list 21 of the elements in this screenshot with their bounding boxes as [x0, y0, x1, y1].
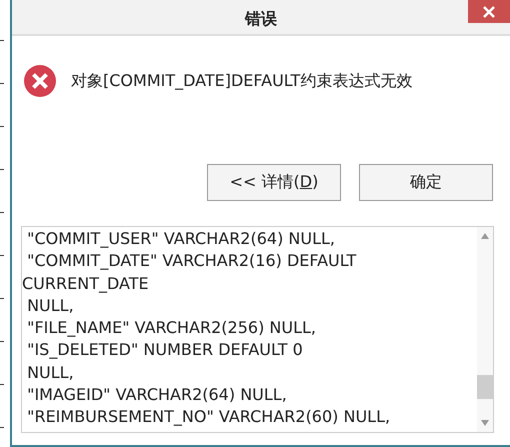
- scroll-thumb[interactable]: [477, 375, 493, 399]
- details-button[interactable]: << 详情(D): [207, 164, 341, 201]
- error-message: 对象[COMMIT_DATE]DEFAULT约束表达式无效: [71, 70, 412, 92]
- scroll-bar[interactable]: [477, 227, 493, 432]
- details-line: NULL,: [26, 362, 75, 384]
- details-text-area[interactable]: [21, 226, 494, 433]
- details-line: "COMMIT_DATE" VARCHAR2(16) DEFAULT: [26, 250, 358, 272]
- close-button[interactable]: [468, 0, 510, 23]
- details-line: "COMMIT_USER" VARCHAR2(64) NULL,: [26, 228, 336, 250]
- window-title: 错误: [245, 9, 277, 30]
- details-line: "IMAGEID" VARCHAR2(64) NULL,: [26, 384, 288, 406]
- scroll-down-icon: [481, 420, 489, 426]
- scroll-up-icon: [481, 233, 489, 239]
- details-line: "FILE_NAME" VARCHAR2(256) NULL,: [26, 317, 317, 340]
- close-icon: [483, 6, 495, 18]
- ok-button[interactable]: 确定: [359, 164, 493, 201]
- details-line: NULL,: [26, 294, 75, 317]
- details-line: "REIMBURSEMENT_NO" VARCHAR2(60) NULL,: [26, 406, 392, 428]
- details-line: "IS_DELETED" NUMBER DEFAULT 0: [26, 339, 304, 362]
- error-icon: [23, 64, 57, 98]
- details-line: CURRENT_DATE: [22, 272, 150, 295]
